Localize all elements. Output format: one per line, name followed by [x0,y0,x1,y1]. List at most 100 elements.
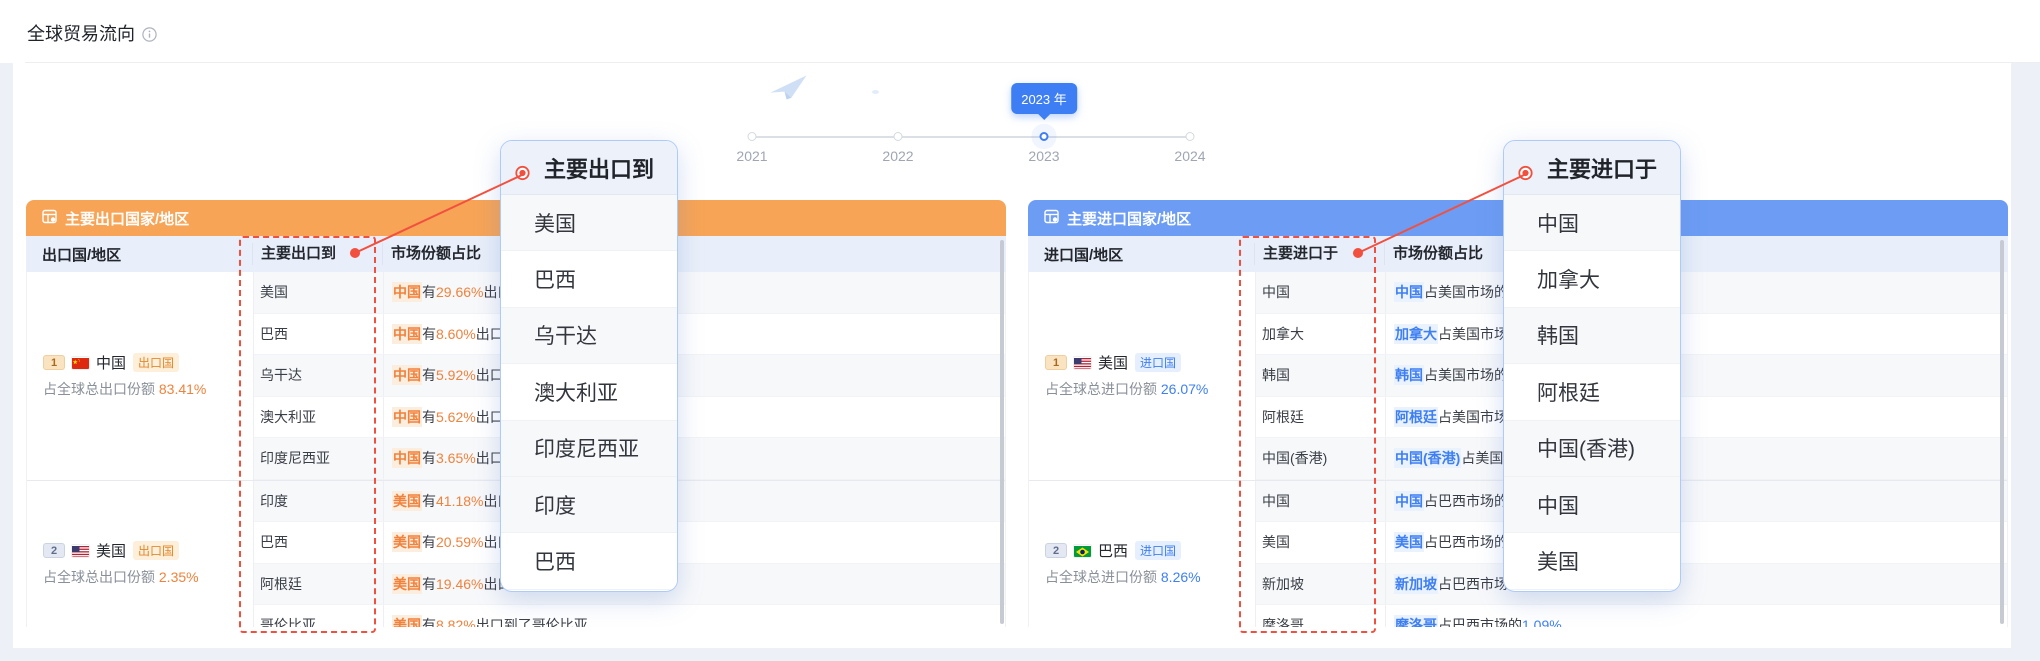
popup-list-item: 美国 [1504,533,1680,589]
share-cell: 中国占巴西市场的 [1385,481,2007,522]
popup-list-item: 阿根廷 [1504,364,1680,420]
share-cell: 中国有 29.66% 出口到了美国 [383,272,1005,313]
share-cell: 美国有 19.46% 出口到了阿根廷 [383,564,1005,605]
column-header-country: 进口国/地区 [1028,244,1254,265]
year-slider-track[interactable] [752,136,1190,138]
highlighted-country: 韩国 [1394,365,1424,385]
year-label[interactable]: 2022 [882,148,913,164]
year-label[interactable]: 2024 [1174,148,1205,164]
global-share: 占全球总进口份额 26.07% [1045,379,1255,399]
country-line: 1 美国 进口国 [1045,352,1255,373]
country-line: 2 巴西 进口国 [1045,540,1255,561]
highlighted-country: 美国 [392,574,422,594]
usa-flag-icon [1074,357,1091,369]
divider [25,62,2040,63]
country-name: 美国 [96,540,126,561]
global-share: 占全球总出口份额 2.35% [43,567,253,587]
country-name: 巴西 [1098,540,1128,561]
share-percent: 20.59% [436,534,483,550]
import-column-highlight [1239,236,1376,633]
share-cell: 阿根廷占美国市场的 [1385,397,2007,438]
popup-list-item: 印度 [501,477,677,533]
column-header-share: 市场份额占比 [382,243,1006,265]
popup-list-item: 中国 [1504,477,1680,533]
import-popup-header: 主要进口于 [1504,141,1680,195]
country-name: 中国 [96,352,126,373]
highlighted-country: 中国 [392,407,422,427]
year-slider-stop-2022[interactable] [894,132,903,141]
highlighted-country: 中国(香港) [1394,448,1461,468]
export-column-popup: 主要出口到 美国 巴西 乌干达 澳大利亚 印度尼西亚 印度 巴西 [500,140,678,592]
plane-decoration [767,73,812,103]
highlighted-country: 阿根廷 [1394,407,1438,427]
china-flag-icon [72,357,89,369]
highlighted-country: 中国 [392,324,422,344]
rank-badge: 2 [43,543,65,558]
highlighted-country: 中国 [1394,491,1424,511]
share-cell: 新加坡占巴西市场的 [1385,564,2007,605]
country-cell: 1 美国 进口国 占全球总进口份额 26.07% [1029,272,1255,480]
share-cell: 中国有 5.92% 出口到了乌干达 [383,355,1005,396]
brazil-flag-icon [1074,545,1091,557]
table-icon [42,209,57,228]
year-label[interactable]: 2021 [736,148,767,164]
export-column-highlight [239,236,376,633]
share-cell: 美国有 20.59% 出口到了巴西 [383,522,1005,563]
year-slider-stop-2024[interactable] [1186,132,1195,141]
share-percent: 1.09% [1522,617,1562,627]
highlighted-country: 美国 [392,615,422,627]
country-name: 美国 [1098,352,1128,373]
share-percent: 8.82% [436,617,476,627]
rank-badge: 1 [43,355,65,370]
share-cell: 中国有 3.65% 出口到了印度尼西亚 [383,438,1005,479]
import-popup-title: 主要进口于 [1547,152,1657,184]
info-icon[interactable] [142,26,157,41]
share-cell: 中国有 5.62% 出口到了澳大利亚 [383,397,1005,438]
page-title: 全球贸易流向 [27,20,157,46]
highlighted-country: 中国 [392,282,422,302]
country-line: 2 美国 出口国 [43,540,253,561]
import-column-popup: 主要进口于 中国 加拿大 韩国 阿根廷 中国(香港) 中国 美国 [1503,140,1681,592]
page-background [0,648,2040,661]
share-percent: 19.46% [436,576,483,592]
country-cell: 2 巴西 进口国 占全球总进口份额 8.26% [1029,481,1255,628]
export-table-scrollbar[interactable] [1000,240,1004,624]
country-role-tag: 出口国 [133,353,179,372]
page-background [0,63,13,661]
rank-badge: 1 [1045,355,1067,370]
popup-list-item: 澳大利亚 [501,364,677,420]
share-cell: 美国有 8.82% 出口到了哥伦比亚 [383,605,1005,627]
country-role-tag: 进口国 [1135,353,1181,372]
usa-flag-icon [72,545,89,557]
year-slider-stop-2021[interactable] [748,132,757,141]
popup-list-item: 印度尼西亚 [501,421,677,477]
country-role-tag: 出口国 [133,541,179,560]
export-table-title: 主要出口国家/地区 [65,208,189,229]
share-cell: 韩国占美国市场的 [1385,355,2007,396]
year-label[interactable]: 2023 [1028,148,1059,164]
global-share: 占全球总进口份额 8.26% [1045,567,1255,587]
column-header-country: 出口国/地区 [26,244,252,265]
import-table-scrollbar[interactable] [2000,240,2004,624]
page-background [2011,63,2040,661]
country-role-tag: 进口国 [1135,541,1181,560]
popup-list-item: 加拿大 [1504,251,1680,307]
highlighted-country: 美国 [392,532,422,552]
share-cell: 摩洛哥占巴西市场的 1.09% [1385,605,2007,627]
country-cell: 1 中国 出口国 占全球总出口份额 83.41% [27,272,253,480]
country-line: 1 中国 出口国 [43,352,253,373]
popup-list-item: 中国 [1504,195,1680,251]
share-cell: 中国占美国市场的 [1385,272,2007,313]
highlighted-country: 中国 [392,448,422,468]
year-slider-stop-2023[interactable] [1040,132,1049,141]
popup-list-item: 巴西 [501,251,677,307]
share-percent: 29.66% [436,284,483,300]
year-slider-tooltip: 2023 年 [1011,83,1077,114]
highlighted-country: 美国 [392,491,422,511]
page-title-text: 全球贸易流向 [27,20,135,46]
highlighted-country: 新加坡 [1394,574,1438,594]
global-share-value: 8.26% [1161,569,1201,585]
share-percent: 5.92% [436,367,476,383]
share-percent: 8.60% [436,326,476,342]
target-dot-icon [1518,160,1533,175]
